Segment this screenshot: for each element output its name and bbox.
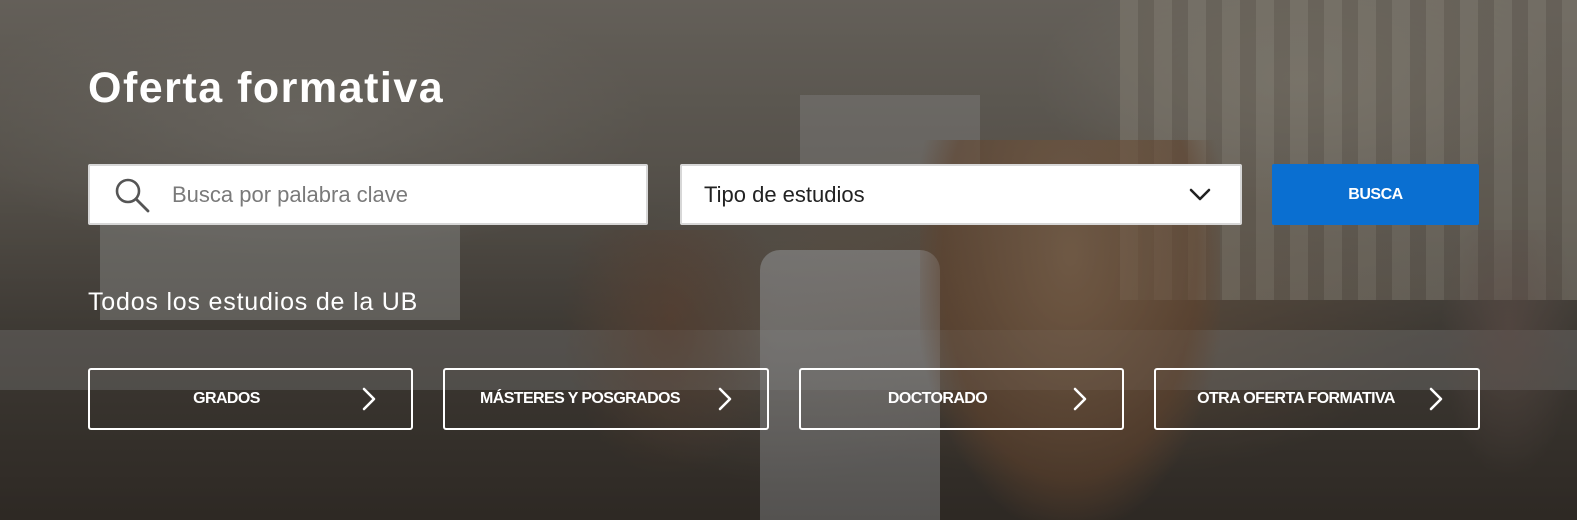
search-box[interactable] [88, 164, 648, 225]
section-subtitle: Todos los estudios de la UB [88, 288, 419, 316]
category-label: DOCTORADO [887, 390, 988, 407]
category-button-otra-oferta[interactable]: OTRA OFERTA FORMATIVA [1154, 368, 1480, 430]
category-button-grados[interactable]: GRADOS [88, 368, 413, 430]
page-title: Oferta formativa [88, 64, 445, 112]
search-input[interactable] [170, 173, 614, 216]
category-label: GRADOS [193, 390, 260, 407]
chevron-right-icon [359, 387, 379, 411]
category-label: OTRA OFERTA FORMATIVA [1197, 390, 1395, 407]
chevron-right-icon [1426, 387, 1446, 411]
hero-banner: Oferta formativa Tipo de estudios BUSCA … [0, 0, 1577, 520]
chevron-right-icon [715, 387, 735, 411]
chevron-right-icon [1070, 387, 1090, 411]
search-icon [112, 175, 152, 215]
category-button-masteres-posgrados[interactable]: MÁSTERES Y POSGRADOS [443, 368, 769, 430]
chevron-down-icon [1188, 183, 1212, 207]
hero-content: Oferta formativa Tipo de estudios BUSCA … [0, 0, 1577, 520]
study-type-selected: Tipo de estudios [704, 181, 865, 207]
study-type-select[interactable]: Tipo de estudios [680, 164, 1242, 225]
category-label: MÁSTERES Y POSGRADOS [480, 390, 681, 407]
category-button-doctorado[interactable]: DOCTORADO [799, 368, 1124, 430]
search-button[interactable]: BUSCA [1272, 164, 1479, 225]
